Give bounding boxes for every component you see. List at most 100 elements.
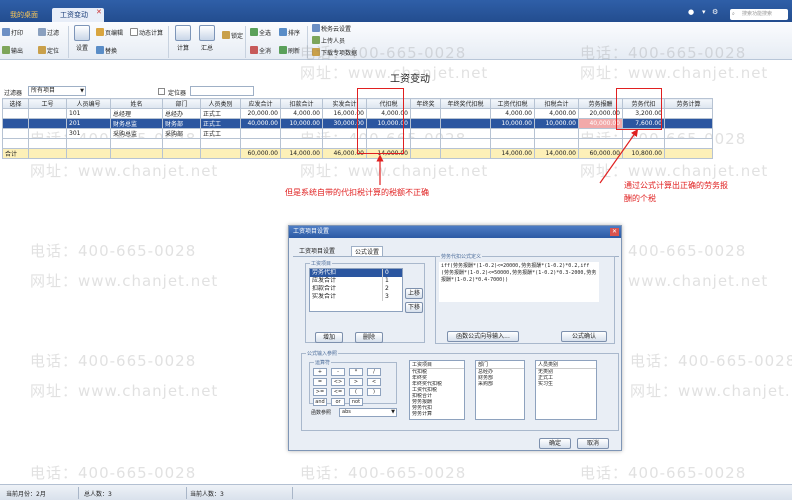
table-cell[interactable]: 4,000.00 [280, 108, 323, 119]
help-icon[interactable]: ▾ [702, 8, 706, 16]
table-cell[interactable]: 正式工 [200, 128, 241, 139]
table-cell[interactable]: 20,000.00 [240, 108, 281, 119]
table-cell[interactable] [578, 128, 623, 139]
column-header[interactable]: 人员类别 [200, 98, 241, 109]
operator-button[interactable]: ) [367, 388, 381, 396]
operator-button[interactable]: < [367, 378, 381, 386]
operator-button[interactable]: and [313, 398, 327, 406]
table-cell[interactable]: 4,000.00 [534, 108, 579, 119]
column-header[interactable]: 年终奖代扣税 [440, 98, 491, 109]
table-cell[interactable]: 10,000.00 [534, 118, 579, 129]
tab-item-settings[interactable]: 工资项目设置 [299, 246, 335, 255]
table-cell[interactable] [28, 128, 67, 139]
table-cell[interactable]: 301 [66, 128, 111, 139]
func-ref-select[interactable]: abs ▼ [339, 408, 397, 417]
close-icon[interactable]: ✕ [610, 228, 619, 236]
operator-button[interactable]: - [331, 368, 345, 376]
operator-button[interactable]: * [349, 368, 363, 376]
table-cell[interactable]: 正式工 [200, 118, 241, 129]
tab-close-icon[interactable]: ✕ [96, 8, 102, 16]
column-header[interactable]: 选择 [2, 98, 29, 109]
table-cell[interactable] [440, 118, 491, 129]
table-cell[interactable]: 采购总监 [110, 128, 163, 139]
output-button[interactable]: 输出 [2, 46, 23, 57]
table-cell[interactable] [410, 118, 441, 129]
filter-select[interactable]: 所有项目 ▼ [28, 86, 86, 96]
table-cell[interactable]: 10,000.00 [280, 118, 323, 129]
tax-cloud-button[interactable]: 税务云设置 [312, 24, 351, 35]
column-header[interactable]: 工资代扣税 [490, 98, 535, 109]
column-header[interactable]: 扣款合计 [280, 98, 323, 109]
locate-button[interactable]: 定位 [38, 46, 59, 57]
operator-button[interactable]: >= [313, 388, 327, 396]
table-cell[interactable]: 总经理 [110, 108, 163, 119]
column-header[interactable]: 部门 [162, 98, 201, 109]
table-cell[interactable]: 201 [66, 118, 111, 129]
settings-button[interactable]: 设置 [72, 25, 92, 52]
table-cell[interactable]: 采购部 [162, 128, 201, 139]
move-down-button[interactable]: 下移 [405, 302, 423, 313]
formula-textarea[interactable]: iff(劳务报酬*(1-0.2)<=20000,劳务报酬*(1-0.2)*0.2… [439, 262, 599, 302]
dynamic-calc-checkbox[interactable]: 动态计算 [130, 28, 163, 39]
move-up-button[interactable]: 上移 [405, 288, 423, 299]
refresh-button[interactable]: 刷新 [279, 46, 300, 57]
locator-input[interactable] [190, 86, 254, 96]
ok-button[interactable]: 确定 [539, 438, 571, 449]
table-cell[interactable] [490, 128, 535, 139]
operator-button[interactable]: not [349, 398, 363, 406]
column-header[interactable]: 应发合计 [240, 98, 281, 109]
settings-icon[interactable]: ⚙ [712, 8, 718, 16]
tab-formula-settings[interactable]: 公式设置 [351, 246, 384, 256]
function-wizard-button[interactable]: 函数公式向导输入... [447, 331, 519, 342]
operator-button[interactable]: <> [331, 378, 345, 386]
table-cell[interactable] [664, 128, 713, 139]
column-header[interactable]: 人员编号 [66, 98, 111, 109]
list-item[interactable]: 劳务代扣 0 [310, 269, 402, 277]
table-cell[interactable] [28, 118, 67, 129]
operator-button[interactable]: > [349, 378, 363, 386]
table-cell[interactable] [240, 128, 281, 139]
list-item[interactable]: 劳务计算 [410, 411, 464, 417]
add-button[interactable]: 增加 [315, 332, 343, 343]
lock-button[interactable]: 锁定 [222, 31, 243, 42]
table-cell[interactable] [2, 118, 29, 129]
sort-button[interactable]: 排序 [279, 28, 300, 39]
operator-button[interactable]: <= [331, 388, 345, 396]
operator-button[interactable]: or [331, 398, 345, 406]
table-cell[interactable]: 40,000.00 [240, 118, 281, 129]
table-cell[interactable] [2, 128, 29, 139]
table-cell[interactable] [534, 128, 579, 139]
table-cell[interactable] [440, 128, 491, 139]
print-button[interactable]: 打印 [2, 28, 23, 39]
list-item[interactable]: 扣款合计 2 [310, 285, 402, 293]
delete-button[interactable]: 删除 [355, 332, 383, 343]
tab-desktop[interactable]: 我的桌面 [2, 8, 48, 22]
calculate-button[interactable]: 计算 [172, 25, 194, 52]
table-cell[interactable]: 总经办 [162, 108, 201, 119]
select-all-button[interactable]: 全选 [250, 28, 271, 39]
column-header[interactable]: 劳务计算 [664, 98, 713, 109]
deselect-all-button[interactable]: 全消 [250, 46, 271, 57]
list-item[interactable]: 实发合计 3 [310, 293, 402, 301]
replace-button[interactable]: 替换 [96, 46, 117, 57]
table-cell[interactable]: 财务部 [162, 118, 201, 129]
formula-confirm-button[interactable]: 公式确认 [561, 331, 607, 342]
operator-button[interactable]: = [313, 378, 327, 386]
list-item[interactable]: 实习生 [536, 381, 596, 387]
table-cell[interactable]: 财务总监 [110, 118, 163, 129]
table-cell[interactable] [280, 128, 323, 139]
page-edit-button[interactable]: 页编辑 [96, 28, 123, 39]
table-cell[interactable]: 101 [66, 108, 111, 119]
column-header[interactable]: 姓名 [110, 98, 163, 109]
table-cell[interactable]: 正式工 [200, 108, 241, 119]
operator-button[interactable]: ( [349, 388, 363, 396]
table-cell[interactable] [28, 108, 67, 119]
table-cell[interactable]: 4,000.00 [490, 108, 535, 119]
list-item[interactable]: 应发合计 1 [310, 277, 402, 285]
column-header[interactable]: 年终奖 [410, 98, 441, 109]
search-input[interactable]: ⌕ 搜索功能搜索 [730, 9, 788, 20]
locator-checkbox[interactable] [158, 88, 165, 95]
list-item[interactable]: 采购部 [476, 381, 524, 387]
user-icon[interactable]: ● [688, 8, 694, 16]
operator-button[interactable]: / [367, 368, 381, 376]
